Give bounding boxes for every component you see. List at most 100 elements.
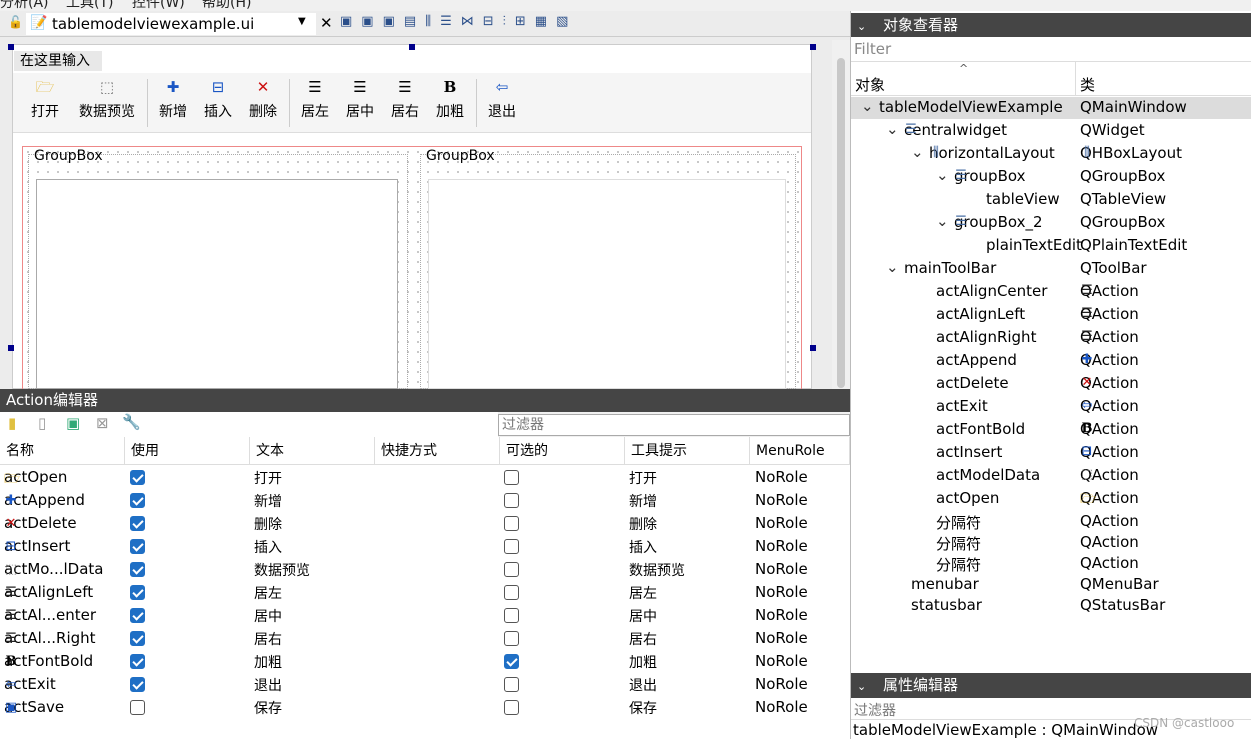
- column-header[interactable]: 工具提示: [625, 437, 750, 465]
- column-header[interactable]: 快捷方式: [375, 437, 500, 465]
- object-tree-row[interactable]: ⌄ mainToolBar QToolBar: [851, 258, 1251, 280]
- chevron-down-icon[interactable]: ⌄: [936, 212, 949, 230]
- chevron-down-icon[interactable]: ⌄: [857, 680, 866, 693]
- toolbar-align-left-button[interactable]: ☰ 居左: [295, 73, 335, 131]
- used-checkbox[interactable]: [130, 470, 145, 485]
- chevron-down-icon[interactable]: ⌄: [886, 258, 899, 276]
- object-tree-row[interactable]: actOpen 🗁 QAction: [851, 488, 1251, 510]
- object-tree-row[interactable]: actAlignLeft ☰ QAction: [851, 304, 1251, 326]
- checkable-checkbox[interactable]: [504, 493, 519, 508]
- copy-action-icon[interactable]: ▯: [38, 414, 46, 432]
- checkable-checkbox[interactable]: [504, 677, 519, 692]
- resize-handle[interactable]: [8, 44, 14, 50]
- object-tree-row[interactable]: ⌄ ☰ centralwidget QWidget: [851, 120, 1251, 142]
- column-header[interactable]: MenuRole: [750, 437, 850, 465]
- checkable-checkbox[interactable]: [504, 700, 519, 715]
- object-tree-row[interactable]: actExit ⇦ QAction: [851, 396, 1251, 418]
- toolbar-bold-button[interactable]: B 加粗: [430, 73, 470, 131]
- action-row[interactable]: BactFontBold 加粗 加粗 NoRole: [0, 650, 850, 673]
- action-row[interactable]: ▣ actSave 保存 保存 NoRole: [0, 696, 850, 719]
- object-tree-row[interactable]: actAppend ✚ QAction: [851, 350, 1251, 372]
- layout-tools[interactable]: ▣▣▣▤⫼☰⋈⊟⫶⊞▦▧: [340, 14, 630, 34]
- action-row[interactable]: ✕ actDelete 删除 删除 NoRole: [0, 512, 850, 535]
- menu-tools[interactable]: 工具(T): [66, 0, 113, 11]
- column-header-class[interactable]: 类: [1080, 74, 1095, 95]
- used-checkbox[interactable]: [130, 608, 145, 623]
- used-checkbox[interactable]: [130, 631, 145, 646]
- action-row[interactable]: ☰ actAlignLeft 居左 居左 NoRole: [0, 581, 850, 604]
- chevron-down-icon[interactable]: ▼: [298, 16, 306, 27]
- column-header[interactable]: 文本: [250, 437, 375, 465]
- column-header[interactable]: 名称: [0, 437, 125, 465]
- menu-help[interactable]: 帮助(H): [202, 0, 251, 11]
- used-checkbox[interactable]: [130, 585, 145, 600]
- toolbar-delete-button[interactable]: ✕ 删除: [243, 73, 283, 131]
- object-tree-row[interactable]: ⌄ ☰ groupBox QGroupBox: [851, 166, 1251, 188]
- action-row[interactable]: ⇦ actExit 退出 退出 NoRole: [0, 673, 850, 696]
- chevron-down-icon[interactable]: ⌄: [861, 97, 874, 115]
- checkable-checkbox[interactable]: [504, 539, 519, 554]
- used-checkbox[interactable]: [130, 677, 145, 692]
- toolbar-align-center-button[interactable]: ☰ 居中: [340, 73, 380, 131]
- toolbar-insert-button[interactable]: ⊟ 插入: [198, 73, 238, 131]
- column-header-object[interactable]: 对象: [855, 74, 885, 95]
- action-row[interactable]: ☰ actAl...enter 居中 居中 NoRole: [0, 604, 850, 627]
- layout-tool-icon[interactable]: ▣▣▣▤⫼☰⋈⊟⫶⊞▦▧: [340, 14, 577, 29]
- action-row[interactable]: ☰ actAl...Right 居右 居右 NoRole: [0, 627, 850, 650]
- resize-handle[interactable]: [409, 44, 415, 50]
- checkable-checkbox[interactable]: [504, 608, 519, 623]
- toolbar-append-button[interactable]: ✚ 新增: [153, 73, 193, 131]
- delete-action-icon[interactable]: ⊠: [96, 414, 109, 432]
- checkable-checkbox[interactable]: [504, 562, 519, 577]
- object-tree-row[interactable]: tableView QTableView: [851, 189, 1251, 211]
- used-checkbox[interactable]: [130, 539, 145, 554]
- object-tree-row[interactable]: 分隔符 QAction: [851, 532, 1251, 554]
- toolbar-align-right-button[interactable]: ☰ 居右: [385, 73, 425, 131]
- checkable-checkbox[interactable]: [504, 585, 519, 600]
- toolbar-open-button[interactable]: 🗁 打开: [25, 73, 65, 131]
- checkable-checkbox[interactable]: [504, 470, 519, 485]
- object-tree-row[interactable]: actModelData ⬚ QAction: [851, 465, 1251, 487]
- object-tree-row[interactable]: ⌄ ⫼ horizontalLayout ⫼ QHBoxLayout: [851, 143, 1251, 165]
- object-tree-row[interactable]: ⌄ ☰ groupBox_2 QGroupBox: [851, 212, 1251, 234]
- resize-handle[interactable]: [810, 345, 816, 351]
- object-tree-row[interactable]: ⌄ tableModelViewExample QMainWindow: [851, 97, 1251, 119]
- toolbar-model-data-button[interactable]: ⬚ 数据预览: [73, 73, 141, 131]
- action-row[interactable]: ✚ actAppend 新增 新增 NoRole: [0, 489, 850, 512]
- scrollbar-thumb[interactable]: [837, 58, 845, 388]
- new-action-icon[interactable]: ▮: [8, 414, 16, 432]
- toolbar-exit-button[interactable]: ⇦ 退出: [482, 73, 522, 131]
- table-view[interactable]: [36, 179, 398, 389]
- chevron-down-icon[interactable]: ⌄: [886, 120, 899, 138]
- chevron-down-icon[interactable]: ⌄: [857, 20, 866, 33]
- chevron-down-icon[interactable]: ⌄: [936, 166, 949, 184]
- used-checkbox[interactable]: [130, 700, 145, 715]
- object-tree-row[interactable]: actDelete ✕ QAction: [851, 373, 1251, 395]
- column-header[interactable]: 使用: [125, 437, 250, 465]
- object-tree-row[interactable]: actFontBold B QAction: [851, 419, 1251, 441]
- action-row[interactable]: 🗁 actOpen 打开 打开 NoRole: [0, 466, 850, 489]
- action-row[interactable]: ⬚ actMo...lData 数据预览 数据预览 NoRole: [0, 558, 850, 581]
- resize-handle[interactable]: [8, 345, 14, 351]
- object-tree-row[interactable]: actInsert ⊟ QAction: [851, 442, 1251, 464]
- checkable-checkbox[interactable]: [504, 631, 519, 646]
- used-checkbox[interactable]: [130, 493, 145, 508]
- object-tree-row[interactable]: menubar QMenuBar: [851, 574, 1251, 596]
- plain-text-edit[interactable]: [428, 179, 786, 389]
- checkable-checkbox[interactable]: [504, 516, 519, 531]
- checkable-checkbox[interactable]: [504, 654, 519, 669]
- canvas-scrollbar[interactable]: [832, 40, 850, 389]
- wrench-icon[interactable]: 🔧: [122, 413, 141, 431]
- resize-handle[interactable]: [810, 44, 816, 50]
- object-tree-row[interactable]: 分隔符 QAction: [851, 511, 1251, 533]
- menu-widgets[interactable]: 控件(W): [132, 0, 185, 11]
- action-filter-input[interactable]: 过滤器: [498, 414, 850, 436]
- action-row[interactable]: ⊟ actInsert 插入 插入 NoRole: [0, 535, 850, 558]
- used-checkbox[interactable]: [130, 654, 145, 669]
- object-filter-input[interactable]: Filter: [851, 37, 1251, 62]
- object-tree-row[interactable]: plainTextEdit QPlainTextEdit: [851, 235, 1251, 257]
- object-tree-row[interactable]: 分隔符 QAction: [851, 553, 1251, 575]
- used-checkbox[interactable]: [130, 562, 145, 577]
- object-tree-row[interactable]: actAlignCenter ☰ QAction: [851, 281, 1251, 303]
- chevron-down-icon[interactable]: ⌄: [911, 143, 924, 161]
